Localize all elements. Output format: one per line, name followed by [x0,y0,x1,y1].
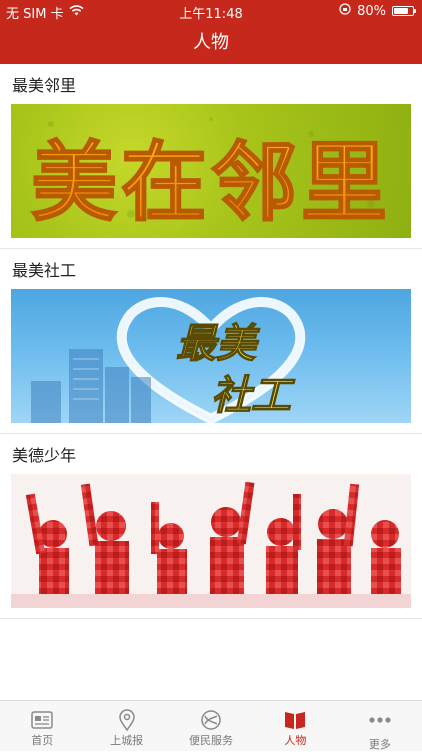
tab-label: 首页 [31,734,54,747]
list-item[interactable]: 最美邻里 美在邻里 [0,64,422,249]
tab-bar: 首页 上城报 便民服务 人物 更多 [0,700,422,751]
list-item[interactable]: 最美社工 最美 社工 [0,249,422,434]
section-title: 美德少年 [12,446,77,465]
banner-image[interactable] [11,474,411,608]
banner-text-line-2: 社工 [211,372,296,419]
banner-image[interactable]: 美在邻里 [11,104,411,238]
tab-label: 便民服务 [189,734,234,747]
book-icon [283,709,307,731]
status-bar: 无 SIM 卡 上午11:48 80% [0,0,422,22]
tab-people[interactable]: 人物 [253,701,337,751]
banner-image[interactable]: 最美 社工 [11,289,411,423]
banner-text: 美在邻里 [31,133,391,233]
more-dots-icon [368,709,392,731]
page-title: 人物 [193,32,229,53]
rotation-lock-icon [339,3,351,19]
service-icon [199,709,223,731]
section-title: 最美邻里 [12,76,77,95]
battery-icon [392,6,416,16]
list-item[interactable]: 美德少年 [0,434,422,619]
content-list: 最美邻里 美在邻里 最美社工 最美 社工 美德少年 [0,64,422,700]
tab-newspaper[interactable]: 上城报 [84,701,168,751]
tab-more[interactable]: 更多 [338,701,422,751]
tab-services[interactable]: 便民服务 [169,701,253,751]
page-header: 人物 [0,22,422,64]
location-pin-icon [115,709,139,732]
section-title: 最美社工 [12,261,77,280]
banner-text-line-1: 最美 [176,320,260,367]
tab-label: 人物 [284,734,307,747]
tab-home[interactable]: 首页 [0,701,84,751]
battery-percent: 80% [357,3,386,19]
newspaper-icon [30,709,54,731]
tab-label: 上城报 [110,734,144,747]
